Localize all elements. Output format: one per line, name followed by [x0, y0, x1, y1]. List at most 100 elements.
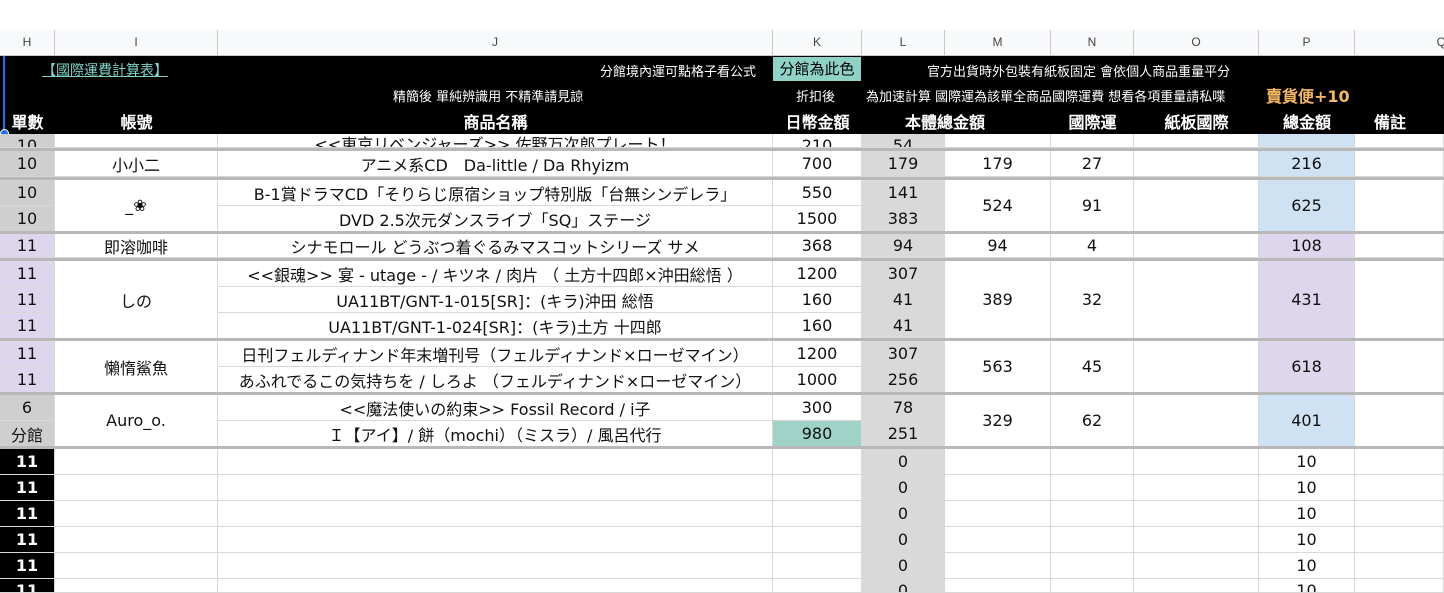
column-header-m[interactable]: M — [945, 30, 1051, 55]
column-header-h[interactable]: H — [0, 30, 55, 55]
body-cell[interactable]: 383 — [862, 206, 945, 232]
cardboard-cell[interactable] — [1134, 553, 1259, 579]
intl-cell[interactable]: 62 — [1051, 395, 1134, 447]
jpy-cell-branch[interactable]: 980 — [773, 421, 862, 447]
body-total-cell[interactable]: 563 — [945, 341, 1051, 393]
cardboard-cell[interactable] — [1134, 261, 1259, 339]
account-cell[interactable]: 即溶咖啡 — [55, 234, 218, 258]
product-cell[interactable] — [218, 449, 773, 475]
column-header-p[interactable]: P — [1259, 30, 1355, 55]
remarks-cell[interactable] — [1355, 395, 1444, 447]
product-cell[interactable]: アニメ系CD Da-little / Da Rhyizm — [218, 151, 773, 177]
body-cell[interactable]: 141 — [862, 180, 945, 206]
intl-cell[interactable]: 45 — [1051, 341, 1134, 393]
total-cell[interactable]: 401 — [1259, 395, 1355, 447]
product-cell[interactable]: UA11BT/GNT-1-024[SR]：(キラ)土方 十四郎 — [218, 313, 773, 339]
total-cell[interactable]: 216 — [1259, 151, 1355, 177]
account-cell[interactable] — [55, 475, 218, 501]
cardboard-cell[interactable] — [1134, 341, 1259, 393]
cardboard-cell[interactable] — [1134, 475, 1259, 501]
jpy-cell[interactable]: 160 — [773, 313, 862, 339]
remarks-cell[interactable] — [1355, 449, 1444, 475]
body-total-cell[interactable]: 94 — [945, 234, 1051, 258]
jpy-cell[interactable] — [773, 527, 862, 553]
account-cell[interactable]: 小小二 — [55, 151, 218, 177]
order-cell[interactable]: 11 — [0, 261, 55, 287]
jpy-cell[interactable] — [773, 501, 862, 527]
account-cell[interactable] — [55, 449, 218, 475]
account-cell[interactable]: しの — [55, 261, 218, 339]
product-cell[interactable] — [218, 501, 773, 527]
total-cell[interactable]: 10 — [1259, 579, 1355, 593]
order-cell[interactable]: 11 — [0, 367, 55, 393]
total-cell[interactable]: 10 — [1259, 553, 1355, 579]
order-cell[interactable]: 11 — [0, 501, 55, 527]
jpy-cell[interactable]: 1200 — [773, 341, 862, 367]
body-total-cell[interactable] — [945, 579, 1051, 593]
remarks-cell[interactable] — [1355, 151, 1444, 177]
body-cell[interactable]: 307 — [862, 341, 945, 367]
intl-cell[interactable]: 4 — [1051, 234, 1134, 258]
body-total-cell[interactable] — [945, 553, 1051, 579]
body-cell[interactable]: 307 — [862, 261, 945, 287]
column-header-l[interactable]: L — [862, 30, 945, 55]
intl-cell[interactable] — [1051, 134, 1134, 148]
order-cell[interactable]: 11 — [0, 527, 55, 553]
total-cell[interactable]: 10 — [1259, 527, 1355, 553]
product-cell[interactable]: UA11BT/GNT-1-015[SR]：(キラ)沖田 総悟 — [218, 287, 773, 313]
body-total-cell[interactable]: 524 — [945, 180, 1051, 232]
body-cell[interactable]: 78 — [862, 395, 945, 421]
column-header-k[interactable]: K — [773, 30, 862, 55]
jpy-cell[interactable]: 550 — [773, 180, 862, 206]
column-header-q[interactable]: Q — [1355, 30, 1444, 55]
body-total-cell[interactable]: 179 — [945, 151, 1051, 177]
account-cell[interactable]: _❀ — [55, 180, 218, 232]
total-cell[interactable]: 10 — [1259, 475, 1355, 501]
body-total-cell[interactable] — [945, 527, 1051, 553]
account-cell[interactable] — [55, 527, 218, 553]
product-cell[interactable]: 日刊フェルディナンド年末増刊号（フェルディナンド×ローゼマイン） — [218, 341, 773, 367]
jpy-cell[interactable]: 1500 — [773, 206, 862, 232]
intl-cell[interactable]: 27 — [1051, 151, 1134, 177]
jpy-cell[interactable]: 700 — [773, 151, 862, 177]
product-cell[interactable] — [218, 475, 773, 501]
body-cell[interactable]: 0 — [862, 501, 945, 527]
total-cell[interactable]: 10 — [1259, 449, 1355, 475]
cardboard-cell[interactable] — [1134, 501, 1259, 527]
body-total-cell[interactable] — [945, 134, 1051, 148]
jpy-cell[interactable]: 300 — [773, 395, 862, 421]
remarks-cell[interactable] — [1355, 501, 1444, 527]
account-cell[interactable]: Auro_o. — [55, 395, 218, 447]
cardboard-cell[interactable] — [1134, 180, 1259, 232]
order-cell[interactable]: 11 — [0, 234, 55, 258]
column-header-i[interactable]: I — [55, 30, 218, 55]
cardboard-cell[interactable] — [1134, 234, 1259, 258]
product-cell[interactable]: DVD 2.5次元ダンスライブ「SQ」ステージ — [218, 206, 773, 232]
order-cell[interactable]: 11 — [0, 449, 55, 475]
calculator-title-link[interactable]: 【國際運費計算表】 — [42, 60, 168, 80]
jpy-cell[interactable] — [773, 475, 862, 501]
intl-cell[interactable] — [1051, 449, 1134, 475]
order-cell[interactable]: 10 — [0, 180, 55, 206]
body-cell[interactable]: 179 — [862, 151, 945, 177]
account-cell[interactable] — [55, 501, 218, 527]
product-cell[interactable] — [218, 527, 773, 553]
order-cell[interactable]: 分館 — [0, 421, 55, 447]
remarks-cell[interactable] — [1355, 180, 1444, 232]
remarks-cell[interactable] — [1355, 341, 1444, 393]
jpy-cell[interactable] — [773, 579, 862, 593]
total-cell[interactable]: 625 — [1259, 180, 1355, 232]
cardboard-cell[interactable] — [1134, 449, 1259, 475]
column-header-o[interactable]: O — [1134, 30, 1259, 55]
column-header-n[interactable]: N — [1051, 30, 1134, 55]
total-cell[interactable]: 108 — [1259, 234, 1355, 258]
body-cell[interactable]: 0 — [862, 527, 945, 553]
body-total-cell[interactable] — [945, 501, 1051, 527]
order-cell[interactable]: 10 — [0, 134, 55, 148]
body-cell[interactable]: 256 — [862, 367, 945, 393]
total-cell[interactable]: 618 — [1259, 341, 1355, 393]
order-cell[interactable]: 11 — [0, 579, 55, 593]
intl-cell[interactable]: 91 — [1051, 180, 1134, 232]
account-cell[interactable] — [55, 553, 218, 579]
column-header-j[interactable]: J — [218, 30, 773, 55]
